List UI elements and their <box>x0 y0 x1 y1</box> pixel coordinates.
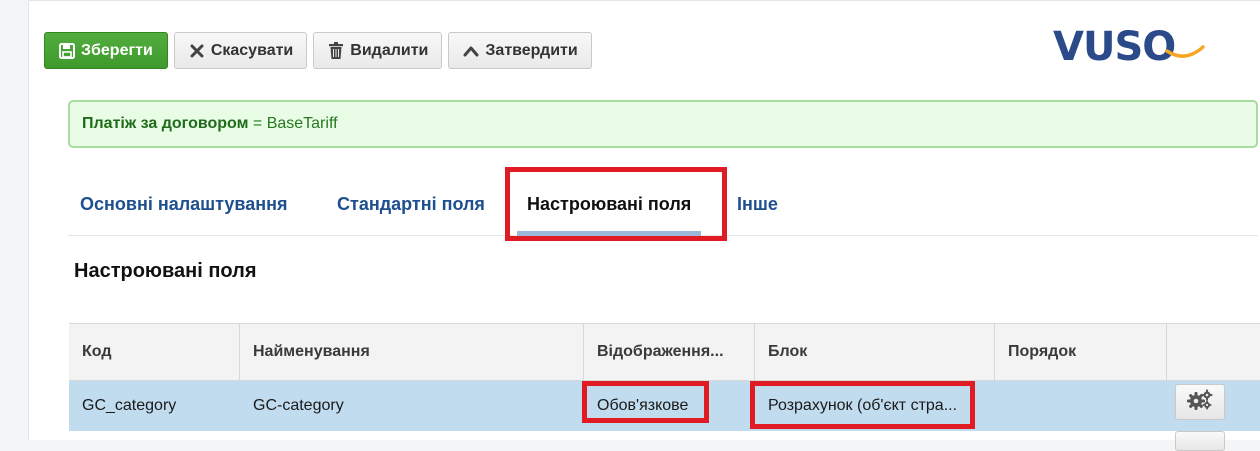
info-operator: = <box>248 115 267 132</box>
tab-label: Основні налаштування <box>80 193 288 214</box>
toolbar: Зберегти Скасувати Видалити Затвердити <box>44 32 592 69</box>
highlight-box-display <box>582 381 709 423</box>
contract-payment-info: Платіж за договором = BaseTariff <box>68 100 1258 148</box>
delete-button[interactable]: Видалити <box>313 32 443 69</box>
chevron-up-icon <box>461 41 481 61</box>
trash-icon <box>326 41 346 61</box>
column-header-display[interactable]: Відображення... <box>584 324 755 380</box>
column-header-code[interactable]: Код <box>69 324 240 380</box>
floppy-disk-icon <box>57 41 77 61</box>
row-settings-button-next[interactable] <box>1175 431 1225 451</box>
approve-button[interactable]: Затвердити <box>448 32 592 69</box>
cell-code: GC_category <box>82 397 177 414</box>
save-button[interactable]: Зберегти <box>44 32 168 69</box>
gears-icon <box>1187 389 1213 416</box>
table-header: Код Найменування Відображення... Блок По… <box>69 323 1260 381</box>
highlight-box-block <box>750 381 975 429</box>
column-header-actions <box>1167 324 1260 380</box>
cell-order <box>995 381 1167 431</box>
row-settings-button[interactable] <box>1175 384 1225 420</box>
tab-standard-fields[interactable]: Стандартні поля <box>337 173 485 235</box>
tab-basic-settings[interactable]: Основні налаштування <box>80 173 288 235</box>
section-title: Настроювані поля <box>74 260 257 282</box>
info-label: Платіж за договором <box>82 115 249 132</box>
save-label: Зберегти <box>81 41 153 59</box>
logo-text: VUSO <box>1053 24 1176 70</box>
column-header-name[interactable]: Найменування <box>240 324 584 380</box>
column-header-block[interactable]: Блок <box>755 324 995 380</box>
vuso-logo: VUSO <box>1053 23 1208 71</box>
approve-label: Затвердити <box>485 41 578 59</box>
info-value: BaseTariff <box>266 115 338 132</box>
close-icon <box>187 41 207 61</box>
delete-label: Видалити <box>350 41 429 59</box>
column-header-order[interactable]: Порядок <box>995 324 1167 380</box>
cell-name: GC-category <box>253 397 344 414</box>
highlight-box-tab <box>505 167 727 241</box>
cancel-label: Скасувати <box>210 41 294 59</box>
page: Зберегти Скасувати Видалити Затвердити V… <box>28 0 1260 451</box>
tab-label: Інше <box>737 193 778 214</box>
logo-swoosh-icon <box>1165 45 1205 58</box>
tab-label: Стандартні поля <box>337 193 485 214</box>
tab-other[interactable]: Інше <box>737 173 778 235</box>
cancel-button[interactable]: Скасувати <box>173 32 308 69</box>
